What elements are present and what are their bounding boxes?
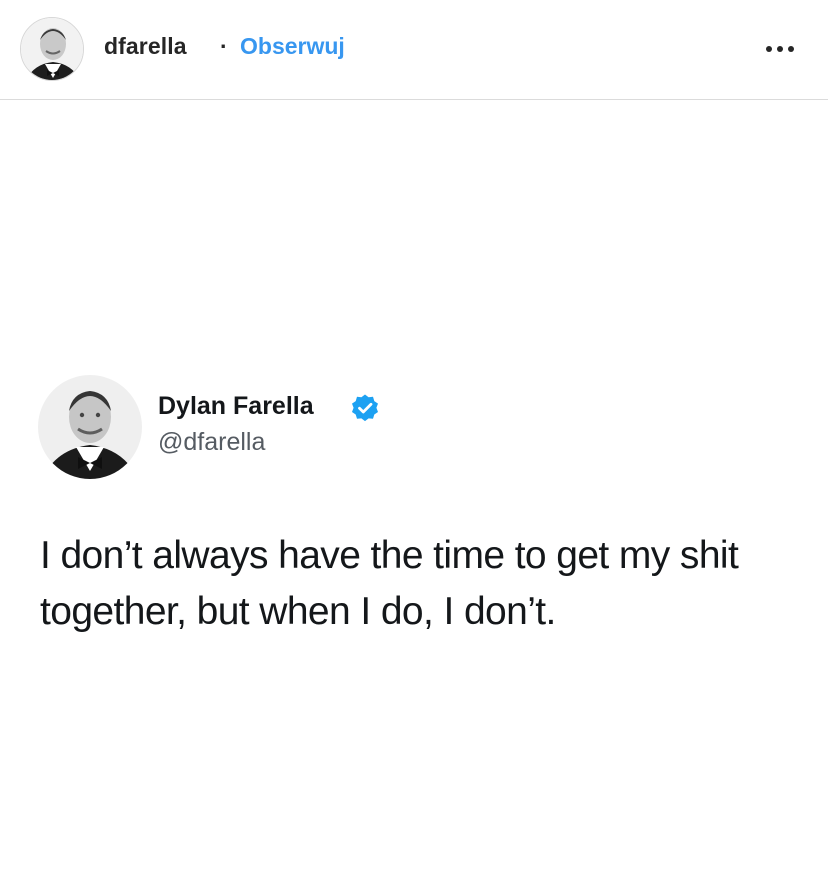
username-link[interactable]: dfarella xyxy=(104,33,187,60)
post-header: dfarella · Obserwuj xyxy=(0,0,828,100)
verified-badge-icon xyxy=(352,394,378,422)
follow-button[interactable]: Obserwuj xyxy=(240,33,345,60)
tweet-text: I don’t always have the time to get my s… xyxy=(40,534,739,633)
tweet-handle: @dfarella xyxy=(158,428,266,456)
avatar-image xyxy=(21,18,83,80)
tweet-avatar xyxy=(38,375,142,479)
tweet-display-name: Dylan Farella xyxy=(158,392,314,420)
separator-dot: · xyxy=(220,33,228,59)
more-options-icon[interactable] xyxy=(762,36,802,60)
profile-avatar[interactable] xyxy=(20,17,84,81)
tweet-avatar-image xyxy=(38,375,142,479)
